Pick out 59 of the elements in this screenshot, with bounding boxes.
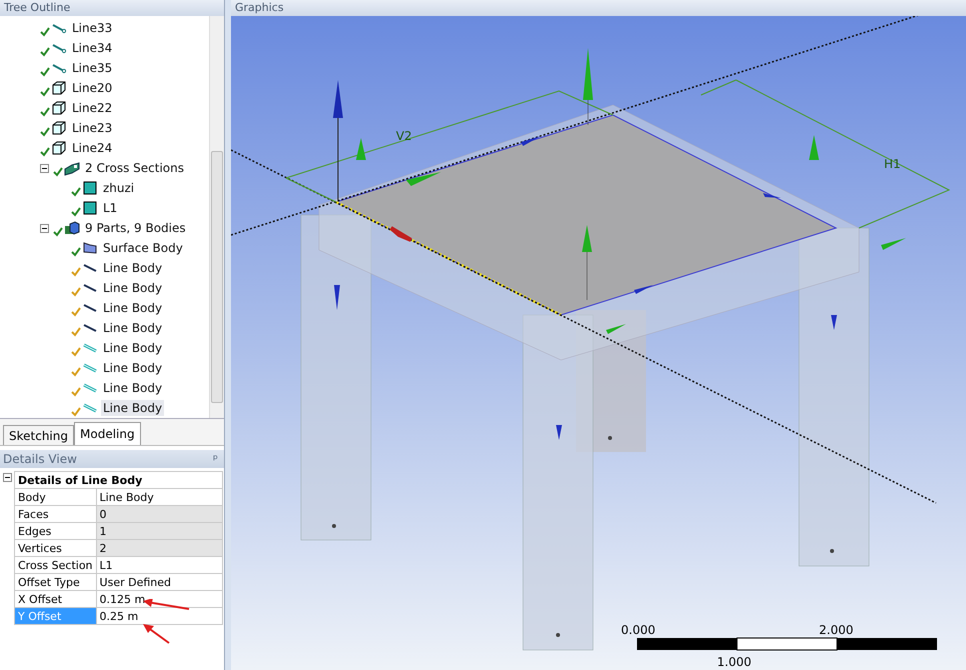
tree-item[interactable]: Line20: [70, 80, 114, 96]
tree-item[interactable]: Line Body: [101, 340, 164, 356]
tree-item[interactable]: Line22: [70, 100, 114, 116]
tree-item[interactable]: Line Body: [101, 300, 164, 316]
cube-icon: [51, 100, 67, 116]
property-name[interactable]: Cross Section: [14, 556, 96, 574]
tree-item[interactable]: Line Body: [101, 380, 164, 396]
property-name[interactable]: Vertices: [14, 540, 96, 556]
property-value[interactable]: L1: [96, 556, 222, 574]
tab[interactable]: Sketching: [3, 425, 74, 445]
annotation-arrow: [143, 624, 170, 644]
cube-icon: [51, 120, 67, 136]
tree-item[interactable]: 9 Parts, 9 Bodies: [83, 220, 188, 236]
dimension-label: V2: [396, 129, 412, 143]
property-name[interactable]: Body: [14, 488, 96, 506]
scale-label: 0.000: [621, 623, 656, 637]
panel-title: Details View: [3, 451, 77, 468]
dimension-label: H1: [884, 157, 901, 171]
scale-label: 2.000: [819, 623, 854, 637]
property-name[interactable]: Offset Type: [14, 574, 96, 590]
square-icon: [82, 200, 98, 216]
panel-title: Tree Outline: [4, 0, 70, 16]
property-value[interactable]: 2: [96, 540, 222, 556]
property-value[interactable]: User Defined: [96, 574, 222, 590]
tree-item[interactable]: Line Body: [101, 360, 164, 376]
collapse-icon[interactable]: [3, 472, 12, 482]
property-value[interactable]: 1: [96, 522, 222, 540]
parts-icon: [64, 220, 80, 236]
tree-item[interactable]: Line34: [70, 40, 114, 56]
cube-icon: [51, 80, 67, 96]
tab[interactable]: Modeling: [74, 422, 141, 445]
tree-item[interactable]: Line24: [70, 140, 114, 156]
surface-icon: [82, 240, 98, 256]
details-header: Details of Line Body: [14, 472, 222, 488]
property-value[interactable]: 0.25 m: [96, 608, 222, 624]
property-name[interactable]: Faces: [14, 506, 96, 522]
tree-item[interactable]: Line Body: [101, 260, 164, 276]
scrollbar[interactable]: [209, 16, 224, 418]
tree-item[interactable]: 2 Cross Sections: [83, 160, 186, 176]
square-icon: [82, 180, 98, 196]
pin-icon[interactable]: ᵖ: [212, 450, 218, 468]
tree-item[interactable]: Line23: [70, 120, 114, 136]
panel-title: Graphics: [235, 1, 284, 14]
cube-icon: [51, 140, 67, 156]
tree-item[interactable]: zhuzi: [101, 180, 136, 196]
tree-item[interactable]: Line Body: [101, 280, 164, 296]
property-value[interactable]: 0: [96, 506, 222, 522]
annotation-arrow: [143, 599, 190, 610]
property-name[interactable]: Edges: [14, 522, 96, 540]
tree-item[interactable]: Surface Body: [101, 240, 185, 256]
tree-item[interactable]: Line Body: [101, 320, 164, 336]
tree-item[interactable]: Line33: [70, 20, 114, 36]
collapse-icon[interactable]: [40, 164, 49, 172]
tree-item[interactable]: L1: [101, 200, 120, 216]
cross-section-icon: [64, 160, 80, 176]
tree-item[interactable]: Line35: [70, 60, 114, 76]
collapse-icon[interactable]: [40, 224, 49, 232]
tree-item[interactable]: Line Body: [101, 400, 164, 416]
scale-label: 1.000: [717, 655, 752, 669]
